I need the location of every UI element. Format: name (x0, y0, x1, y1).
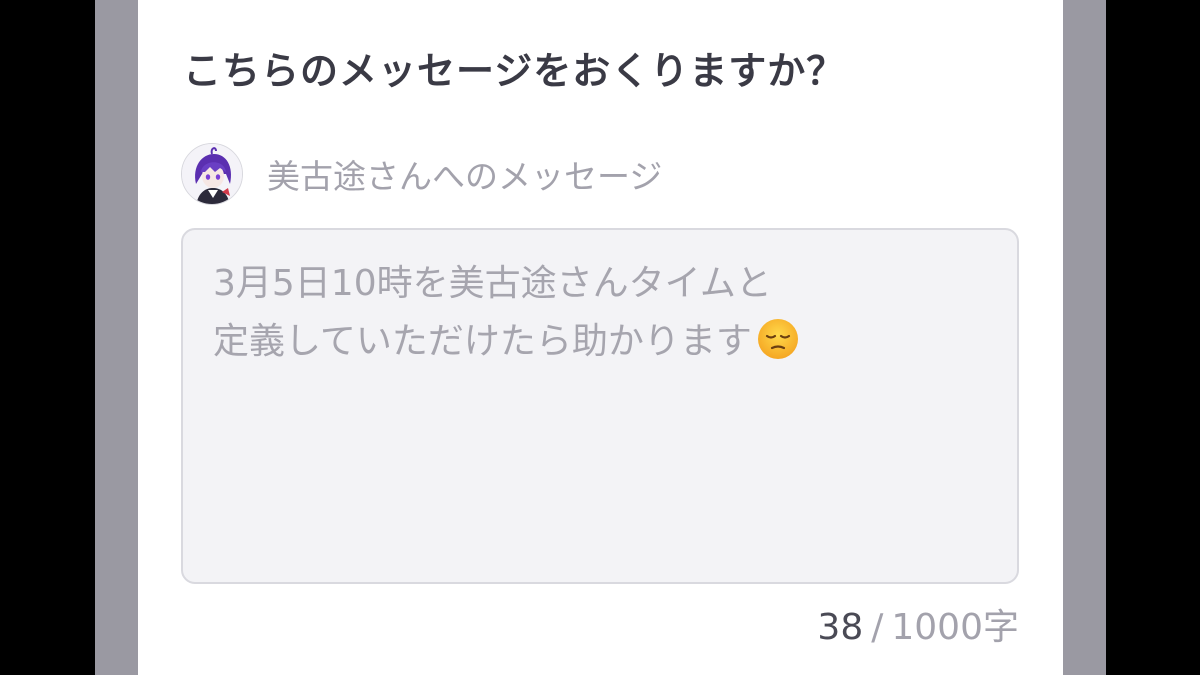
recipient-label: 美古途さんへのメッセージ (267, 157, 663, 196)
message-textarea[interactable]: 3月5日10時を美古途さんタイムと 定義していただけたら助かります (181, 228, 1019, 584)
message-line-2-text: 定義していただけたら助かります (213, 321, 752, 362)
message-line-1: 3月5日10時を美古途さんタイムと (213, 263, 772, 304)
character-avatar-icon (181, 143, 243, 205)
message-line-2: 定義していただけたら助かります (213, 313, 987, 371)
character-limit: 1000字 (891, 607, 1019, 648)
counter-separator: / (871, 607, 884, 648)
character-counter: 38/1000字 (817, 598, 1019, 650)
dialog-title: こちらのメッセージをおくりますか？ (183, 49, 846, 93)
pensive-face-emoji-icon (756, 317, 800, 361)
character-count: 38 (817, 607, 864, 648)
recipient-row: 美古途さんへのメッセージ (181, 142, 662, 206)
